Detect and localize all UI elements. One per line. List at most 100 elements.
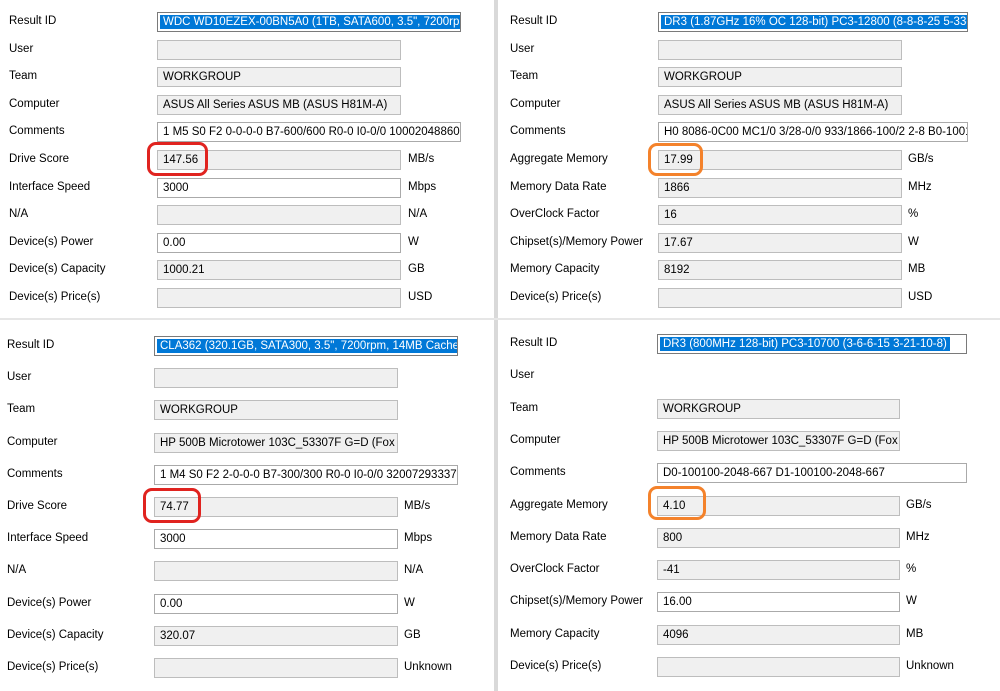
team-field[interactable]: WORKGROUP	[658, 67, 902, 87]
overclock-factor-field[interactable]: 16	[658, 205, 902, 225]
chipset-s-memory-power-field[interactable]: 16.00	[657, 592, 900, 612]
field-unit: USD	[908, 291, 933, 303]
device-s-capacity-field[interactable]: 1000.21	[157, 260, 401, 280]
field-row-device-s-price-s: Device(s) Price(s) Unknown	[0, 658, 492, 678]
field-row-computer: Computer ASUS All Series ASUS MB (ASUS H8…	[500, 95, 1000, 115]
team-field[interactable]: WORKGROUP	[157, 67, 401, 87]
field-unit: W	[404, 597, 415, 609]
field-label: Computer	[7, 436, 58, 448]
field-value: CLA362 (320.1GB, SATA300, 3.5", 7200rpm,…	[157, 339, 457, 353]
field-unit: N/A	[408, 208, 428, 220]
aggregate-memory-field[interactable]: 4.10	[657, 496, 900, 516]
middle-divider	[0, 318, 1000, 320]
field-row-aggregate-memory: Aggregate Memory 4.10 GB/s	[500, 496, 1000, 516]
field-label: Drive Score	[7, 500, 68, 512]
field-label: Computer	[9, 98, 60, 110]
field-row-result-id: Result ID WDC WD10EZEX-00BN5A0 (1TB, SATA…	[0, 12, 492, 32]
field-label: Interface Speed	[7, 532, 89, 544]
field-label: Drive Score	[9, 153, 70, 165]
aggregate-memory-field[interactable]: 17.99	[658, 150, 902, 170]
overclock-factor-field[interactable]: -41	[657, 560, 900, 580]
field-label: Device(s) Power	[9, 236, 94, 248]
device-s-power-field[interactable]: 0.00	[154, 594, 398, 614]
field-label: OverClock Factor	[510, 563, 600, 575]
field-label: Device(s) Price(s)	[510, 291, 602, 303]
user-field[interactable]	[157, 40, 401, 60]
result-id-field[interactable]: WDC WD10EZEX-00BN5A0 (1TB, SATA600, 3.5"…	[157, 12, 461, 32]
n-a-field[interactable]	[154, 561, 398, 581]
field-row-team: Team WORKGROUP	[500, 399, 1000, 419]
field-row-memory-capacity: Memory Capacity 4096 MB	[500, 625, 1000, 645]
field-row-device-s-capacity: Device(s) Capacity 1000.21 GB	[0, 260, 492, 280]
field-row-drive-score: Drive Score 147.56 MB/s	[0, 150, 492, 170]
field-row-chipset-s-memory-power: Chipset(s)/Memory Power 17.67 W	[500, 233, 1000, 253]
field-row-computer: Computer ASUS All Series ASUS MB (ASUS H8…	[0, 95, 492, 115]
comments-field[interactable]: D0-100100-2048-667 D1-100100-2048-667	[657, 463, 967, 483]
user-field[interactable]	[657, 366, 900, 386]
field-label: Memory Capacity	[510, 263, 600, 275]
field-label: N/A	[7, 564, 27, 576]
field-row-memory-data-rate: Memory Data Rate 1866 MHz	[500, 178, 1000, 198]
comments-field[interactable]: 1 M4 S0 F2 2-0-0-0 B7-300/300 R0-0 I0-0/…	[154, 465, 458, 485]
result-id-field[interactable]: CLA362 (320.1GB, SATA300, 3.5", 7200rpm,…	[154, 336, 458, 356]
comments-field[interactable]: H0 8086-0C00 MC1/0 3/28-0/0 933/1866-100…	[658, 122, 968, 142]
computer-field[interactable]: ASUS All Series ASUS MB (ASUS H81M-A)	[658, 95, 902, 115]
field-row-device-s-price-s: Device(s) Price(s) Unknown	[500, 657, 1000, 677]
field-unit: MHz	[906, 531, 930, 543]
team-field[interactable]: WORKGROUP	[657, 399, 900, 419]
memory-data-rate-field[interactable]: 800	[657, 528, 900, 548]
field-unit: %	[908, 208, 919, 220]
device-s-price-s-field[interactable]	[154, 658, 398, 678]
field-label: Comments	[510, 125, 566, 137]
field-label: Chipset(s)/Memory Power	[510, 236, 643, 248]
field-unit: MB/s	[408, 153, 435, 165]
field-row-device-s-power: Device(s) Power 0.00 W	[0, 594, 492, 614]
drive-score-field[interactable]: 147.56	[157, 150, 401, 170]
field-label: Interface Speed	[9, 181, 91, 193]
computer-field[interactable]: HP 500B Microtower 103C_53307F G=D (Fox	[657, 431, 900, 451]
chipset-s-memory-power-field[interactable]: 17.67	[658, 233, 902, 253]
device-s-price-s-field[interactable]	[657, 657, 900, 677]
field-row-user: User	[500, 366, 1000, 386]
field-row-n-a: N/A N/A	[0, 205, 492, 225]
memory-data-rate-field[interactable]: 1866	[658, 178, 902, 198]
device-s-price-s-field[interactable]	[658, 288, 902, 308]
computer-field[interactable]: HP 500B Microtower 103C_53307F G=D (Fox	[154, 433, 398, 453]
field-unit: Unknown	[404, 661, 452, 673]
field-label: OverClock Factor	[510, 208, 600, 220]
interface-speed-field[interactable]: 3000	[157, 178, 401, 198]
field-unit: GB/s	[908, 153, 934, 165]
team-field[interactable]: WORKGROUP	[154, 400, 398, 420]
computer-field[interactable]: ASUS All Series ASUS MB (ASUS H81M-A)	[157, 95, 401, 115]
field-row-interface-speed: Interface Speed 3000 Mbps	[0, 529, 492, 549]
device-s-capacity-field[interactable]: 320.07	[154, 626, 398, 646]
drive-score-field[interactable]: 74.77	[154, 497, 398, 517]
field-label: Team	[510, 70, 539, 82]
result-id-field[interactable]: DR3 (800MHz 128-bit) PC3-10700 (3-6-6-15…	[657, 334, 967, 354]
field-row-n-a: N/A N/A	[0, 561, 492, 581]
field-row-result-id: Result ID DR3 (800MHz 128-bit) PC3-10700 …	[500, 334, 1000, 354]
field-row-memory-data-rate: Memory Data Rate 800 MHz	[500, 528, 1000, 548]
device-s-power-field[interactable]: 0.00	[157, 233, 401, 253]
user-field[interactable]	[658, 40, 902, 60]
device-s-price-s-field[interactable]	[157, 288, 401, 308]
field-unit: MHz	[908, 181, 932, 193]
field-label: Device(s) Capacity	[7, 629, 104, 641]
field-label: Memory Data Rate	[510, 531, 607, 543]
n-a-field[interactable]	[157, 205, 401, 225]
field-label: Result ID	[510, 15, 558, 27]
field-label: Computer	[510, 98, 561, 110]
field-row-team: Team WORKGROUP	[0, 67, 492, 87]
interface-speed-field[interactable]: 3000	[154, 529, 398, 549]
memory-capacity-field[interactable]: 4096	[657, 625, 900, 645]
field-unit: Unknown	[906, 660, 954, 672]
field-label: Device(s) Price(s)	[7, 661, 99, 673]
field-label: Memory Capacity	[510, 628, 600, 640]
comments-field[interactable]: 1 M5 S0 F2 0-0-0-0 B7-600/600 R0-0 I0-0/…	[157, 122, 461, 142]
user-field[interactable]	[154, 368, 398, 388]
memory-capacity-field[interactable]: 8192	[658, 260, 902, 280]
field-unit: GB	[404, 629, 421, 641]
field-row-user: User	[500, 40, 1000, 60]
field-value: WDC WD10EZEX-00BN5A0 (1TB, SATA600, 3.5"…	[160, 15, 460, 29]
result-id-field[interactable]: DR3 (1.87GHz 16% OC 128-bit) PC3-12800 (…	[658, 12, 968, 32]
